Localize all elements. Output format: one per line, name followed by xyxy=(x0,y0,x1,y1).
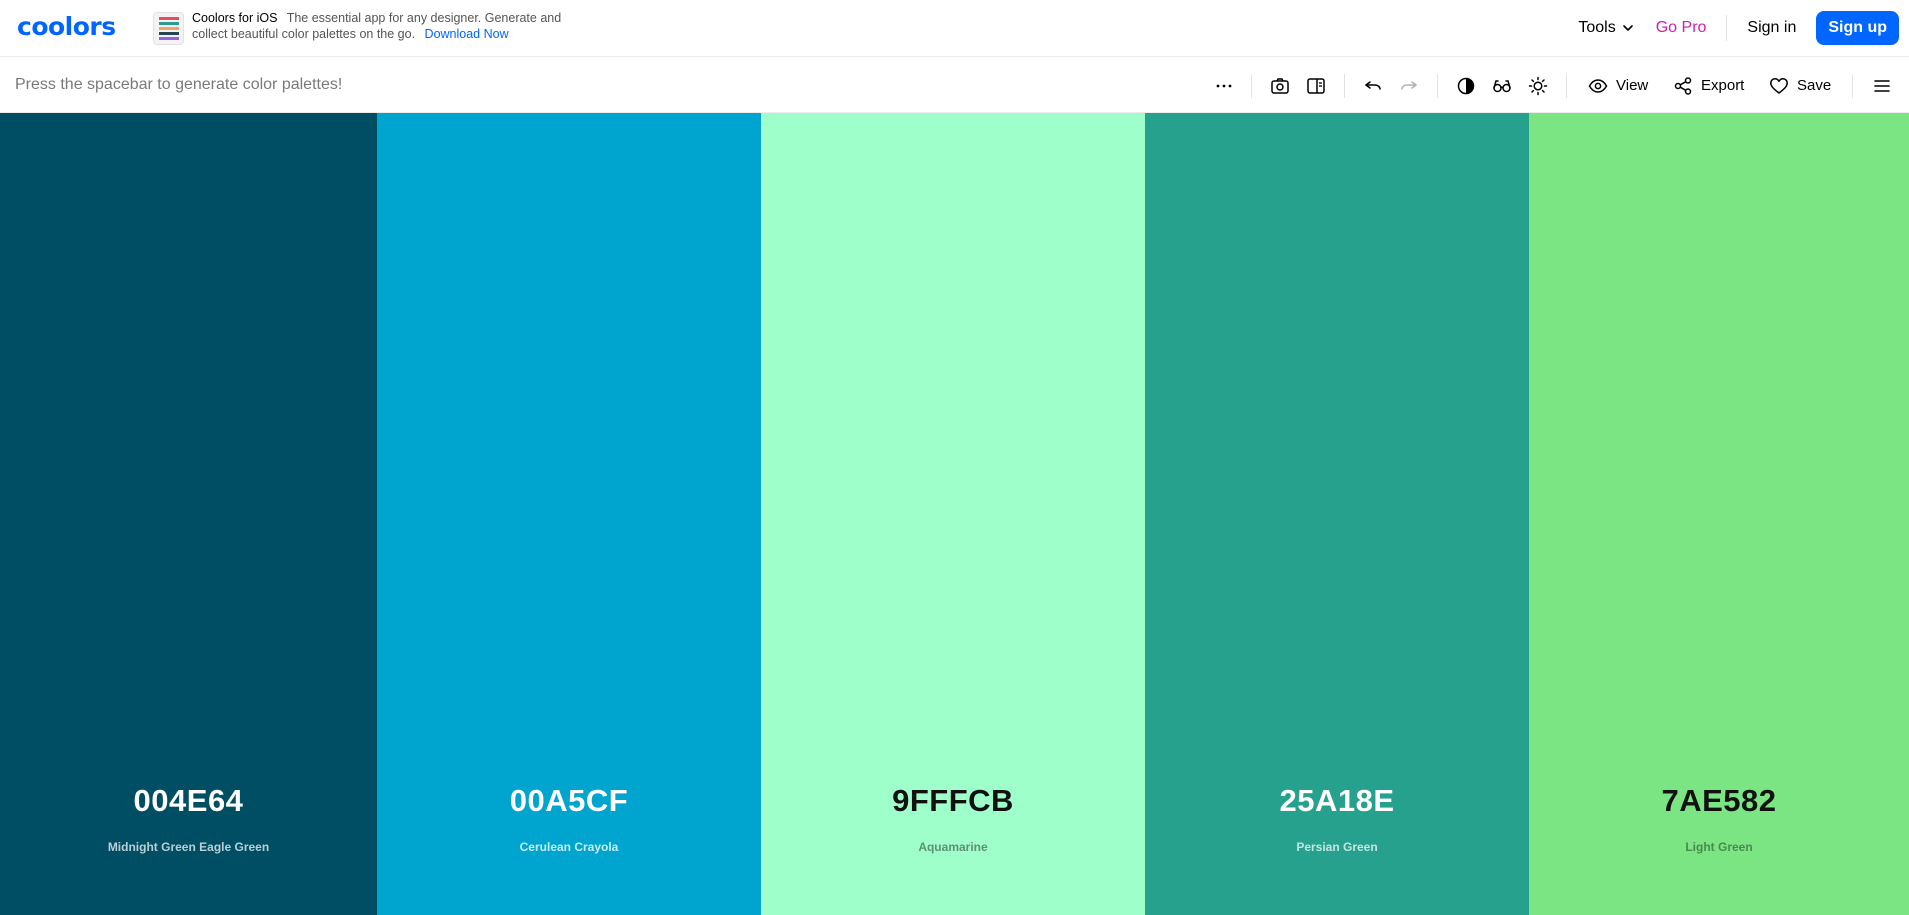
promo-text: Coolors for iOS The essential app for an… xyxy=(192,10,572,42)
ios-app-thumbnail-icon xyxy=(153,12,184,45)
color-swatch[interactable]: 9FFFCB Aquamarine xyxy=(761,113,1145,915)
hex-code[interactable]: 9FFFCB xyxy=(761,783,1145,819)
toolbar-divider xyxy=(1566,74,1567,98)
color-swatch[interactable]: 00A5CF Cerulean Crayola xyxy=(377,113,761,915)
undo-icon xyxy=(1365,80,1381,90)
hex-code[interactable]: 00A5CF xyxy=(377,783,761,819)
more-options-button[interactable] xyxy=(1210,58,1238,113)
sidebar-panel-icon xyxy=(1307,77,1325,94)
toolbar-divider xyxy=(1437,74,1438,98)
header-nav: Tools Go Pro Sign in Sign up xyxy=(1578,11,1899,45)
more-icon xyxy=(1216,84,1232,87)
undo-button[interactable] xyxy=(1362,58,1384,113)
color-name[interactable]: Light Green xyxy=(1529,840,1909,854)
contrast-checker-button[interactable] xyxy=(1455,58,1477,113)
color-swatch[interactable]: 7AE582 Light Green xyxy=(1529,113,1909,915)
top-header: coolors Coolors for iOS The essential ap… xyxy=(0,0,1909,57)
hex-code[interactable]: 7AE582 xyxy=(1529,783,1909,819)
heart-icon xyxy=(1770,77,1788,94)
redo-button[interactable] xyxy=(1398,58,1420,113)
contrast-icon xyxy=(1457,77,1475,94)
ios-promo-banner[interactable]: Coolors for iOS The essential app for an… xyxy=(153,10,572,45)
export-button[interactable]: Export xyxy=(1673,58,1753,113)
save-button[interactable]: Save xyxy=(1769,58,1835,113)
promo-title: Coolors for iOS xyxy=(192,11,278,25)
color-name[interactable]: Midnight Green Eagle Green xyxy=(0,840,377,854)
export-label: Export xyxy=(1701,77,1745,94)
hamburger-menu-icon xyxy=(1874,79,1890,92)
share-icon xyxy=(1674,76,1692,95)
download-now-link[interactable]: Download Now xyxy=(425,27,509,41)
color-name[interactable]: Aquamarine xyxy=(761,840,1145,854)
nav-divider xyxy=(1726,15,1728,41)
toolbar-divider xyxy=(1251,74,1252,98)
tools-menu[interactable]: Tools xyxy=(1578,19,1633,37)
go-pro-link[interactable]: Go Pro xyxy=(1656,19,1707,37)
hex-code[interactable]: 25A18E xyxy=(1145,783,1529,819)
glasses-icon xyxy=(1493,79,1511,92)
color-blindness-button[interactable] xyxy=(1491,58,1513,113)
toolbar-divider xyxy=(1344,74,1345,98)
generator-toolbar: Press the spacebar to generate color pal… xyxy=(0,58,1909,113)
sign-up-button[interactable]: Sign up xyxy=(1816,11,1899,45)
view-button[interactable]: View xyxy=(1588,58,1652,113)
eye-icon xyxy=(1588,78,1608,93)
color-swatch[interactable]: 25A18E Persian Green xyxy=(1145,113,1529,915)
save-label: Save xyxy=(1797,77,1832,94)
toolbar-divider xyxy=(1852,74,1853,98)
color-swatch[interactable]: 004E64 Midnight Green Eagle Green xyxy=(0,113,377,915)
redo-icon xyxy=(1401,80,1417,90)
view-label: View xyxy=(1616,77,1649,94)
color-name[interactable]: Persian Green xyxy=(1145,840,1529,854)
spacebar-hint: Press the spacebar to generate color pal… xyxy=(15,76,343,93)
quick-view-button[interactable] xyxy=(1269,58,1291,113)
sun-icon xyxy=(1528,76,1548,95)
adjust-palette-button[interactable] xyxy=(1527,58,1549,113)
color-name[interactable]: Cerulean Crayola xyxy=(377,840,761,854)
side-panel-button[interactable] xyxy=(1305,58,1327,113)
camera-icon xyxy=(1271,77,1289,94)
main-menu-button[interactable] xyxy=(1870,58,1894,113)
color-palette: 004E64 Midnight Green Eagle Green 00A5CF… xyxy=(0,113,1909,915)
sign-in-link[interactable]: Sign in xyxy=(1747,19,1796,37)
chevron-down-icon xyxy=(1622,25,1633,31)
coolors-logo[interactable]: coolors xyxy=(17,13,116,41)
tools-label: Tools xyxy=(1578,19,1616,36)
hex-code[interactable]: 004E64 xyxy=(0,783,377,819)
